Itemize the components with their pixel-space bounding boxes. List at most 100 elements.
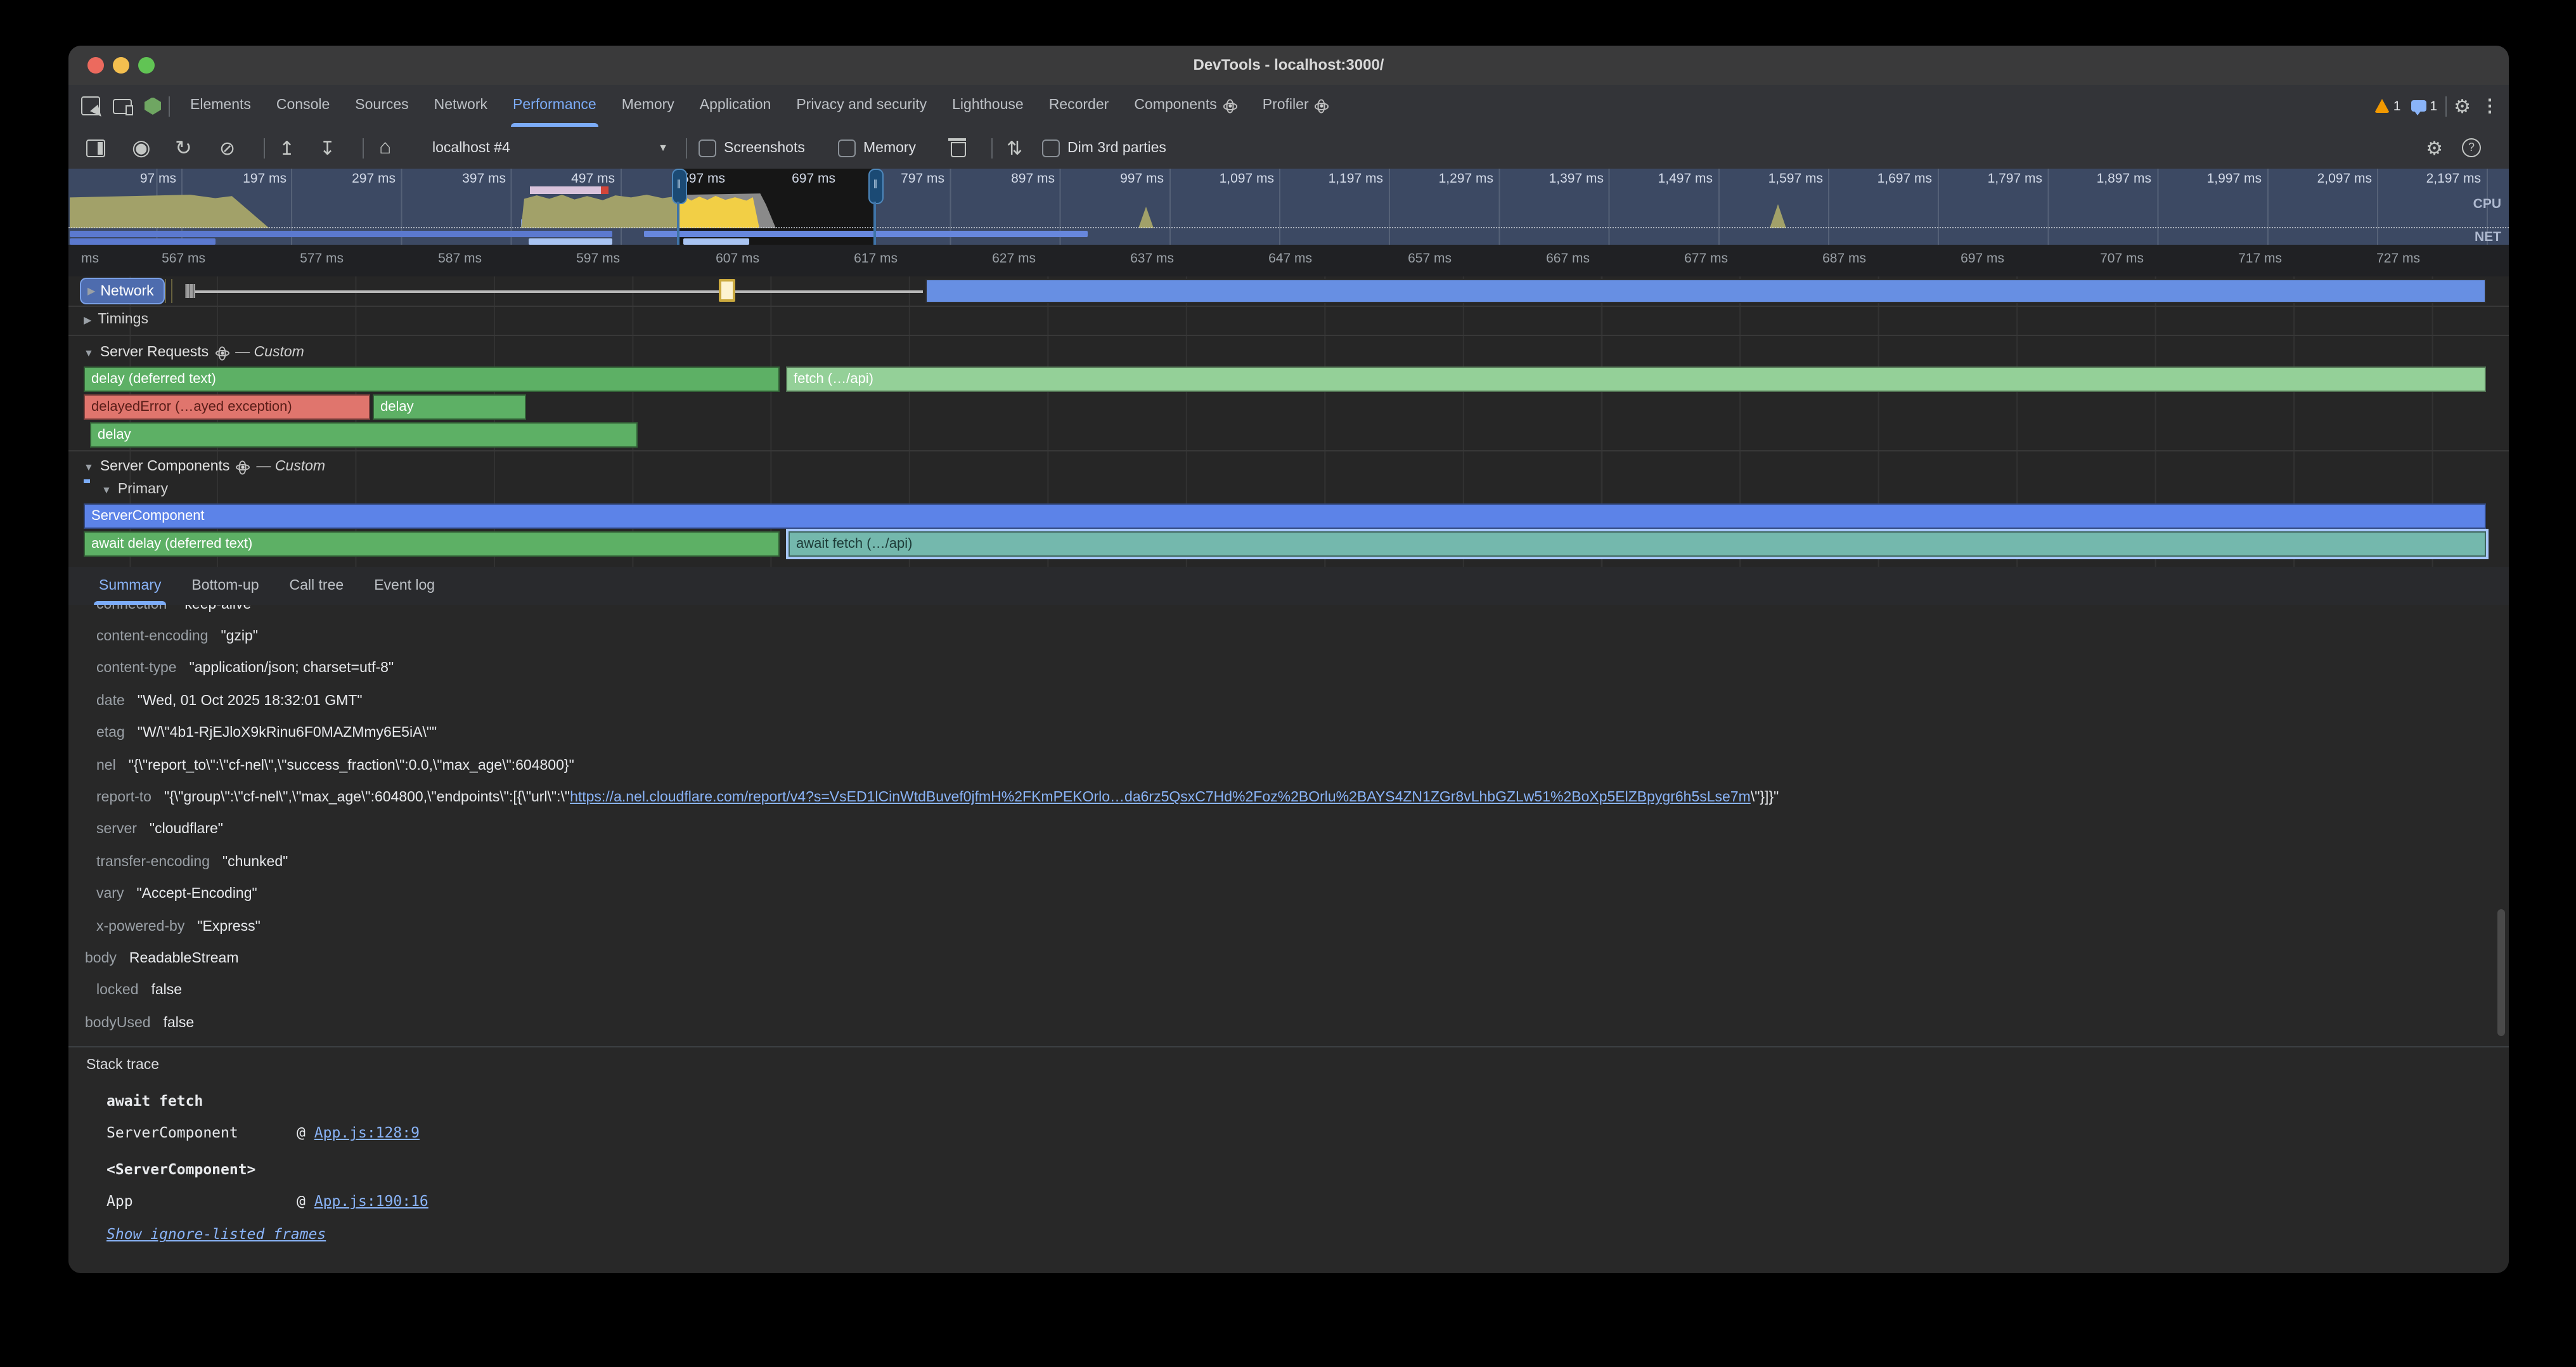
stack-frame: App@ App.js:190:16	[106, 1186, 2509, 1218]
divider	[984, 127, 1000, 169]
network-request-bar[interactable]	[925, 279, 2486, 303]
tab-profiler[interactable]: Profiler	[1250, 85, 1342, 127]
divider	[2445, 96, 2446, 116]
tab-sources[interactable]: Sources	[342, 85, 421, 127]
ruler-tick: 697 ms	[1941, 251, 2004, 266]
server-components-track-label[interactable]: ▼ Server Components — Custom	[84, 459, 325, 474]
property-row: bodyUsedfalse	[79, 1007, 2509, 1039]
collapse-icon[interactable]: ⇅	[1007, 127, 1022, 169]
ruler-tick: 687 ms	[1803, 251, 1866, 266]
tab-application[interactable]: Application	[687, 85, 784, 127]
tab-components[interactable]: Components	[1121, 85, 1249, 127]
record-button[interactable]: ◉	[132, 127, 151, 169]
tab-summary[interactable]: Summary	[84, 567, 176, 605]
overview-tick: 297 ms	[317, 171, 396, 186]
tab-bottom-up[interactable]: Bottom-up	[176, 567, 274, 605]
target-select[interactable]: localhost #4 ▼	[432, 127, 668, 169]
screenshots-checkbox[interactable]: Screenshots	[699, 127, 805, 169]
cpu-spike-990ms	[1138, 207, 1154, 228]
kebab-menu-icon[interactable]: ⋮	[2481, 95, 2499, 117]
expand-triangle-icon[interactable]: ▼	[84, 347, 94, 358]
net-lane-segment	[529, 238, 612, 245]
selection-left-handle[interactable]: ∥	[672, 169, 687, 204]
collect-garbage-icon[interactable]	[951, 127, 966, 169]
server-request-bar[interactable]: delay (deferred text)	[84, 366, 780, 392]
server-request-error-bar[interactable]: delayedError (…ayed exception)	[84, 394, 370, 420]
tab-call-tree[interactable]: Call tree	[274, 567, 359, 605]
ruler-tick: 617 ms	[834, 251, 898, 266]
source-location-link[interactable]: App.js:128:9	[314, 1124, 420, 1142]
server-request-bar[interactable]: delay	[373, 394, 526, 420]
tab-network[interactable]: Network	[422, 85, 500, 127]
network-track-resize-grip[interactable]	[185, 284, 195, 298]
server-component-bar[interactable]: ServerComponent	[84, 503, 2486, 529]
overview-tick: 397 ms	[427, 171, 506, 186]
tab-recorder[interactable]: Recorder	[1036, 85, 1122, 127]
dim-3rd-parties-checkbox[interactable]: Dim 3rd parties	[1042, 127, 1166, 169]
long-task-red-tip	[601, 186, 609, 194]
overview-tick: 1,097 ms	[1195, 171, 1274, 186]
primary-group-label[interactable]: ▼ Primary	[101, 482, 168, 497]
live-metrics-home-icon[interactable]: ⌂	[379, 127, 391, 169]
tab-elements[interactable]: Elements	[177, 85, 264, 127]
reload-and-record-icon[interactable]: ↻	[175, 127, 192, 169]
devtools-window: DevTools - localhost:3000/ Elements Cons…	[68, 46, 2509, 1273]
details-tab-bar: Summary Bottom-up Call tree Event log	[68, 567, 2509, 606]
selected-network-request-marker[interactable]	[719, 279, 735, 302]
memory-checkbox[interactable]: Memory	[838, 127, 916, 169]
header-row: etag"W/\"4b1-RjEJloX9kRinu6F0MAZMmy6E5iA…	[79, 717, 2509, 749]
detail-time-ruler: ms 567 ms 577 ms 587 ms 597 ms 607 ms 61…	[68, 245, 2509, 278]
help-icon[interactable]: ?	[2462, 127, 2481, 169]
cpu-label: CPU	[2473, 197, 2501, 212]
screen: DevTools - localhost:3000/ Elements Cons…	[0, 0, 2576, 1367]
cpu-activity-left-plateau	[70, 194, 278, 228]
issues-chat-icon	[2411, 100, 2426, 112]
flame-chart[interactable]: ▶ Network ▶ Timings ▼ Server Requests — …	[68, 276, 2509, 567]
await-delay-bar[interactable]: await delay (deferred text)	[84, 531, 780, 557]
server-request-bar[interactable]: delay	[90, 422, 638, 448]
ruler-tick: 577 ms	[280, 251, 344, 266]
header-row: content-encoding"gzip"	[79, 621, 2509, 653]
save-profile-icon[interactable]: ↧	[319, 127, 335, 169]
show-ignore-listed-frames-link[interactable]: Show ignore-listed frames	[106, 1218, 2509, 1251]
issues-badge[interactable]: 1	[2411, 98, 2437, 113]
collapse-triangle-icon[interactable]: ▶	[87, 285, 95, 297]
network-track-label[interactable]: ▶ Network	[81, 279, 164, 303]
timings-track-label[interactable]: ▶ Timings	[84, 312, 148, 327]
await-fetch-bar-selected[interactable]: await fetch (…/api)	[789, 531, 2486, 557]
device-toolbar-icon[interactable]	[113, 98, 132, 113]
header-row: content-type"application/json; charset=u…	[79, 653, 2509, 685]
tab-lighthouse[interactable]: Lighthouse	[939, 85, 1036, 127]
capture-settings-gear-icon[interactable]: ⚙	[2426, 127, 2443, 169]
scrollbar-thumb[interactable]	[2497, 909, 2505, 1036]
net-lane-segment	[644, 231, 1088, 237]
extension-gem-icon[interactable]	[145, 97, 161, 115]
load-profile-icon[interactable]: ↥	[279, 127, 295, 169]
tab-memory[interactable]: Memory	[609, 85, 687, 127]
divider	[678, 127, 695, 169]
devtools-tab-bar: Elements Console Sources Network Perform…	[68, 85, 2509, 128]
tab-event-log[interactable]: Event log	[359, 567, 450, 605]
selection-right-handle[interactable]: ∥	[868, 169, 884, 204]
expand-triangle-icon[interactable]: ▼	[84, 461, 94, 472]
timeline-overview[interactable]: 97 ms 197 ms 297 ms 397 ms 497 ms 597 ms…	[68, 169, 2509, 246]
react-atom-icon	[1223, 99, 1237, 113]
cpu-spike-1590ms	[1770, 204, 1786, 228]
tab-performance[interactable]: Performance	[500, 85, 609, 127]
stack-frame: ServerComponent@ App.js:128:9	[106, 1118, 2509, 1150]
toggle-sidebar-icon[interactable]	[86, 127, 105, 169]
tab-privacy-and-security[interactable]: Privacy and security	[783, 85, 939, 127]
tab-console[interactable]: Console	[264, 85, 342, 127]
settings-gear-icon[interactable]: ⚙	[2454, 94, 2471, 117]
clear-icon[interactable]: ⊘	[219, 127, 235, 169]
source-location-link[interactable]: App.js:190:16	[314, 1193, 428, 1210]
server-request-bar[interactable]: fetch (…/api)	[786, 366, 2486, 392]
collapse-triangle-icon[interactable]: ▶	[84, 314, 91, 325]
ruler-tick: 627 ms	[972, 251, 1036, 266]
report-endpoint-link[interactable]: https://a.nel.cloudflare.com/report/v4?s…	[570, 790, 1751, 805]
overview-tick: 2,197 ms	[2402, 171, 2481, 186]
expand-triangle-icon[interactable]: ▼	[101, 484, 112, 495]
inspect-element-icon[interactable]	[81, 96, 100, 115]
warnings-badge[interactable]: 1	[2374, 98, 2401, 113]
server-requests-track-label[interactable]: ▼ Server Requests — Custom	[84, 345, 304, 360]
